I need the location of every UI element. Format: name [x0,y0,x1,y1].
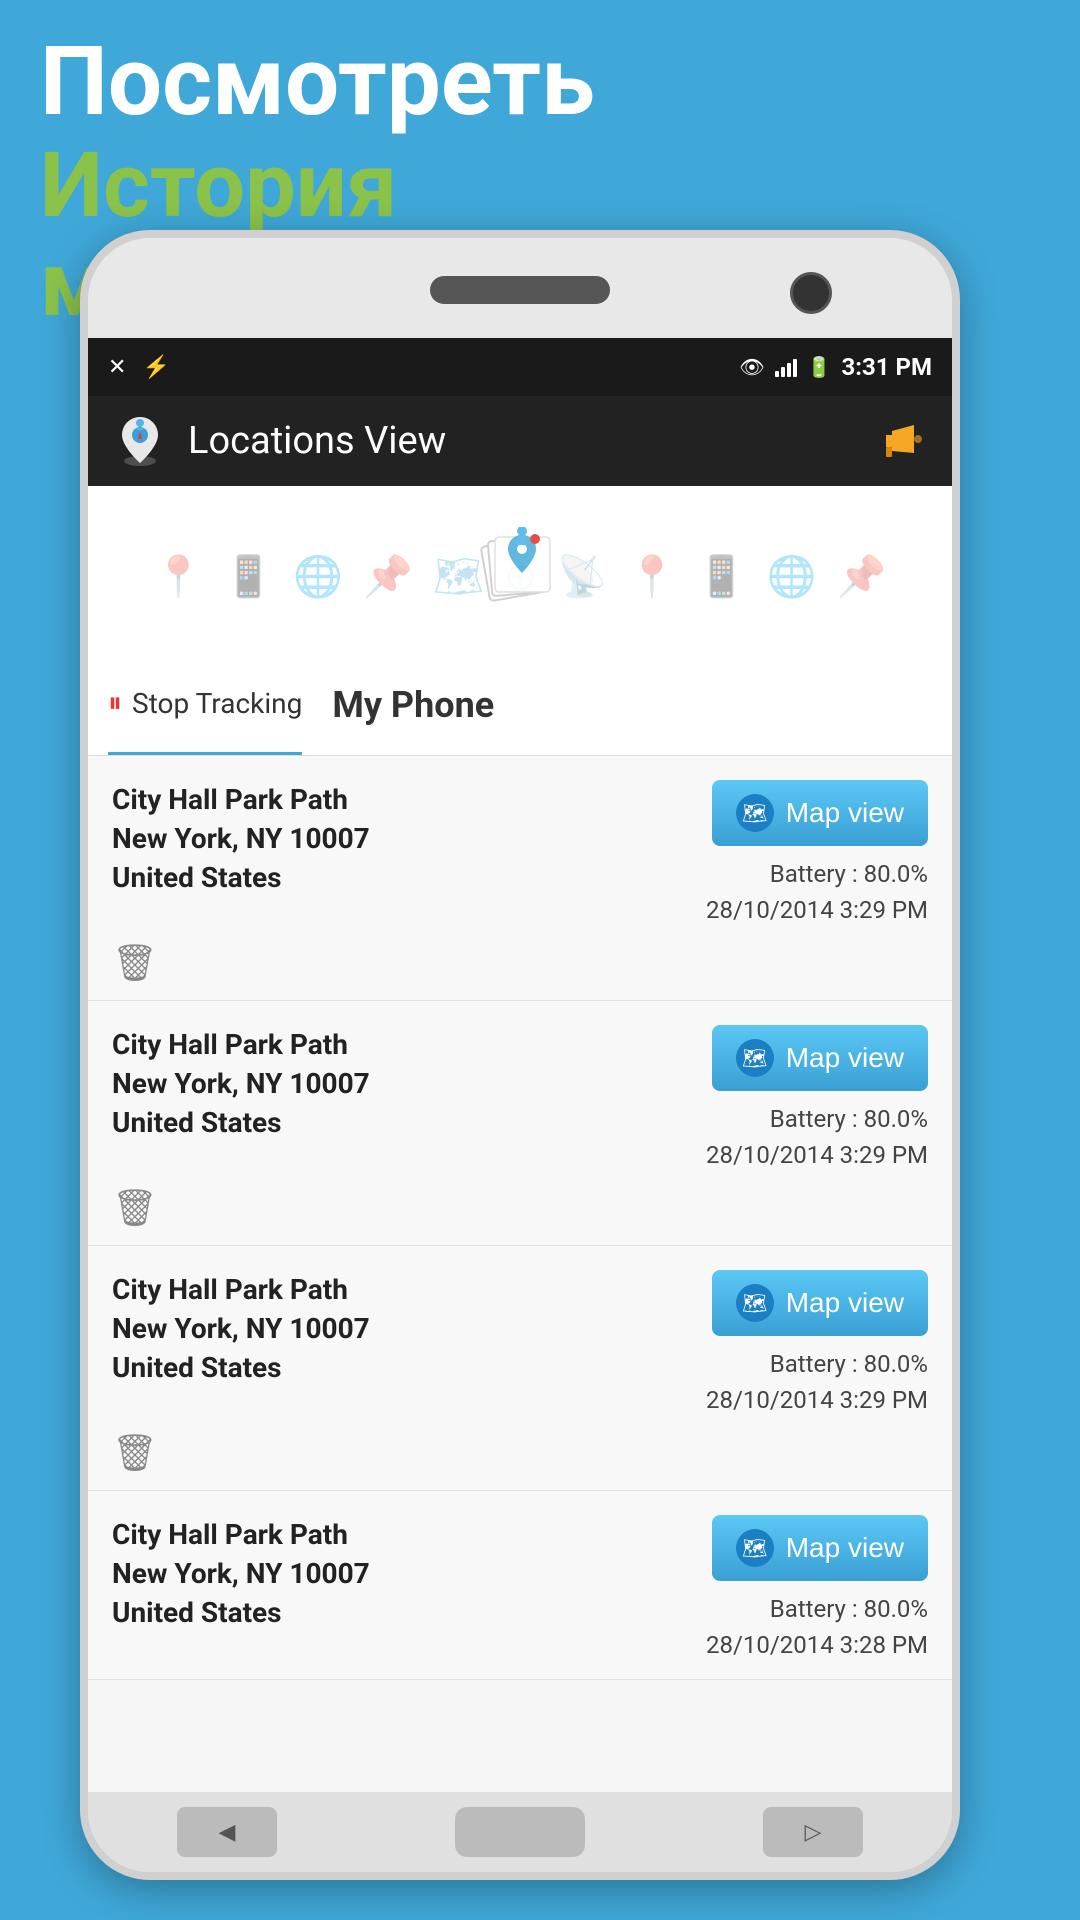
location-meta: Battery : 80.0% 28/10/2014 3:29 PM [706,1101,928,1173]
app-icon [108,409,172,473]
home-button[interactable] [455,1807,585,1857]
battery-icon: 🔋 [807,355,832,379]
location-right: 🗺 Map view Battery : 80.0% 28/10/2014 3:… [706,1515,928,1663]
delete-icon[interactable]: 🗑 [112,942,928,984]
back-button[interactable]: ◀ [177,1807,277,1857]
location-datetime: 28/10/2014 3:29 PM [706,1382,928,1418]
location-item: City Hall Park Path New York, NY 10007 U… [88,1001,952,1246]
app-bar: Locations View [88,396,952,486]
location-datetime: 28/10/2014 3:29 PM [706,892,928,928]
map-view-button[interactable]: 🗺 Map view [712,1025,928,1091]
delete-icon[interactable]: 🗑 [112,1187,928,1229]
map-view-label: Map view [786,1042,904,1074]
map-view-label: Map view [786,1287,904,1319]
bg-title-white: Посмотреть [40,30,1080,136]
location-item: City Hall Park Path New York, NY 10007 U… [88,756,952,1001]
center-location-svg [480,527,560,607]
status-icons-right: 👁 🔋 3:31 PM [739,353,932,381]
address-line1: City Hall Park Path [112,780,686,819]
map-view-btn-icon: 🗺 [736,1284,774,1322]
map-view-label: Map view [786,1532,904,1564]
tab-my-phone[interactable]: My Phone [332,684,494,738]
delete-icon[interactable]: 🗑 [112,1432,928,1474]
address-line2: New York, NY 10007 [112,819,686,858]
status-time: 3:31 PM [841,353,932,381]
address-line3: United States [112,1348,686,1387]
location-item-inner: City Hall Park Path New York, NY 10007 U… [112,1515,928,1663]
map-view-button[interactable]: 🗺 Map view [712,780,928,846]
location-item-inner: City Hall Park Path New York, NY 10007 U… [112,1270,928,1418]
stop-icon: ⏸ [108,686,122,720]
phone-speaker [430,276,610,304]
eye-icon: 👁 [739,355,764,379]
location-address-block: City Hall Park Path New York, NY 10007 U… [112,1025,706,1143]
app-bar-title: Locations View [188,419,872,463]
signal-strength-icon [775,357,797,377]
battery-level: Battery : 80.0% [706,1346,928,1382]
status-bar: ✕ ⚡ 👁 🔋 3:31 PM [88,338,952,396]
address-line2: New York, NY 10007 [112,1064,686,1103]
locations-view-icon [112,413,168,469]
tab-stop-tracking[interactable]: ⏸ Stop Tracking [108,666,302,755]
location-right: 🗺 Map view Battery : 80.0% 28/10/2014 3:… [706,1270,928,1418]
location-item-inner: City Hall Park Path New York, NY 10007 U… [112,780,928,928]
phone-camera [790,272,832,314]
map-view-button[interactable]: 🗺 Map view [712,1515,928,1581]
location-list: City Hall Park Path New York, NY 10007 U… [88,756,952,1680]
tabs-bar: ⏸ Stop Tracking My Phone [88,666,952,756]
megaphone-svg [878,417,926,465]
address-line1: City Hall Park Path [112,1515,686,1554]
location-address-block: City Hall Park Path New York, NY 10007 U… [112,1515,706,1633]
map-center-location-icon [480,527,560,625]
status-icons-left: ✕ ⚡ [108,355,170,380]
location-meta: Battery : 80.0% 28/10/2014 3:28 PM [706,1591,928,1663]
map-view-button[interactable]: 🗺 Map view [712,1270,928,1336]
location-address-block: City Hall Park Path New York, NY 10007 U… [112,1270,706,1388]
recent-apps-button[interactable]: ▷ [763,1807,863,1857]
address-line3: United States [112,858,686,897]
location-right: 🗺 Map view Battery : 80.0% 28/10/2014 3:… [706,780,928,928]
map-view-btn-icon: 🗺 [736,1039,774,1077]
content-area: ⏸ Stop Tracking My Phone City Hall Park … [88,666,952,1872]
notification-icon[interactable] [872,411,932,471]
address-line1: City Hall Park Path [112,1025,686,1064]
phone-body: ✕ ⚡ 👁 🔋 3:31 PM [80,230,960,1880]
location-address-block: City Hall Park Path New York, NY 10007 U… [112,780,706,898]
location-meta: Battery : 80.0% 28/10/2014 3:29 PM [706,856,928,928]
stop-tracking-label: Stop Tracking [132,687,302,720]
address-line1: City Hall Park Path [112,1270,686,1309]
bottom-nav: ◀ ▷ [88,1792,952,1872]
missed-call-icon: ✕ [108,355,126,380]
location-item: City Hall Park Path New York, NY 10007 U… [88,1246,952,1491]
location-item: City Hall Park Path New York, NY 10007 U… [88,1491,952,1680]
battery-level: Battery : 80.0% [706,856,928,892]
address-line2: New York, NY 10007 [112,1309,686,1348]
battery-level: Battery : 80.0% [706,1101,928,1137]
map-banner: 📍📱🌐📌🗺⊕📡 📍📱🌐📌 [88,486,952,666]
map-view-btn-icon: 🗺 [736,1529,774,1567]
address-line3: United States [112,1103,686,1142]
location-meta: Battery : 80.0% 28/10/2014 3:29 PM [706,1346,928,1418]
usb-icon: ⚡ [142,355,169,380]
location-datetime: 28/10/2014 3:28 PM [706,1627,928,1663]
map-view-btn-icon: 🗺 [736,794,774,832]
map-view-label: Map view [786,797,904,829]
location-right: 🗺 Map view Battery : 80.0% 28/10/2014 3:… [706,1025,928,1173]
phone-container: ✕ ⚡ 👁 🔋 3:31 PM [80,230,1080,1920]
location-item-inner: City Hall Park Path New York, NY 10007 U… [112,1025,928,1173]
battery-level: Battery : 80.0% [706,1591,928,1627]
location-datetime: 28/10/2014 3:29 PM [706,1137,928,1173]
address-line2: New York, NY 10007 [112,1554,686,1593]
address-line3: United States [112,1593,686,1632]
